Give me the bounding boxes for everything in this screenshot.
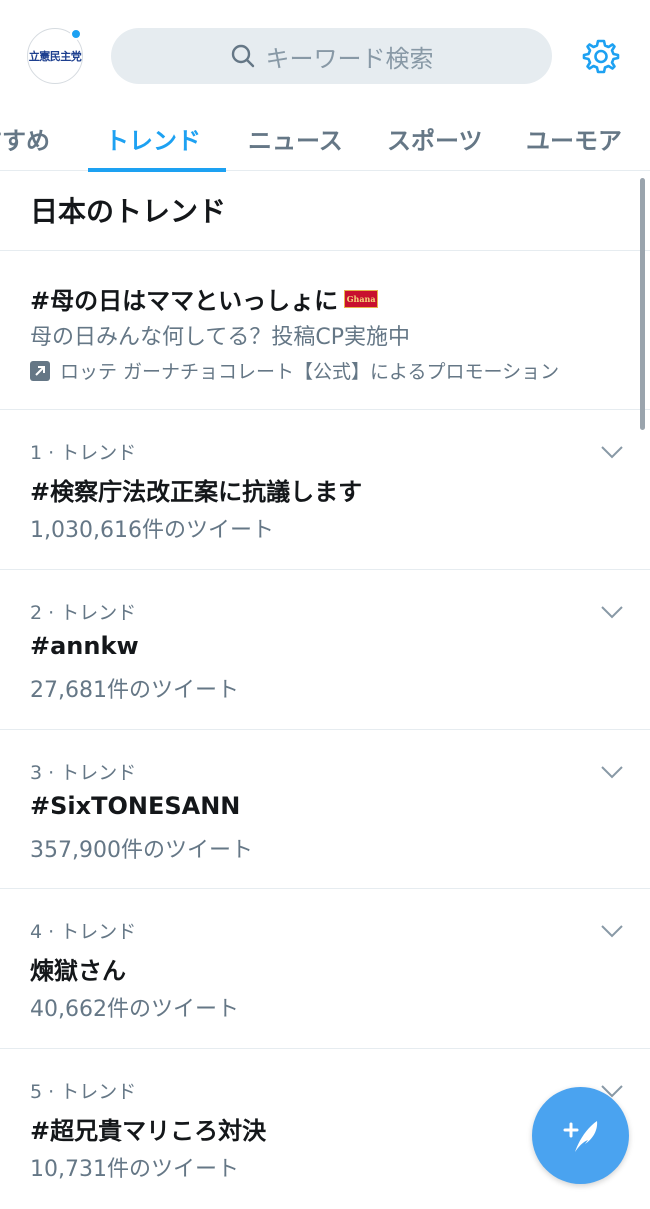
trend-name: #検察庁法改正案に抗議します [30,478,363,506]
trend-tweet-count: 357,900件のツイート [30,838,253,863]
ghana-badge-icon: Ghana [344,289,379,308]
promoted-trend[interactable]: #母の日はママといっしょに Ghana 母の日みんな何してる？投稿CP実施中 ロ… [0,251,650,409]
trend-rank: 4 · トレンド [30,921,137,943]
chevron-down-icon[interactable] [600,764,624,780]
trend-tweet-count: 27,681件のツイート [30,678,239,703]
active-tab-indicator [88,168,226,172]
trend-item[interactable]: 2 · トレンド #annkw 27,681件のツイート [0,570,650,730]
tab-recommended[interactable]: すすめ [0,105,50,171]
trend-rank: 3 · トレンド [30,762,137,784]
chevron-down-icon[interactable] [600,923,624,939]
trend-name: 煉獄さん [30,957,126,985]
trend-tweet-count: 40,662件のツイート [30,997,239,1022]
search-input[interactable]: キーワード検索 [111,28,552,84]
chevron-down-icon[interactable] [600,604,624,620]
compose-tweet-button[interactable] [532,1087,629,1184]
trend-name: #超兄貴マリころ対決 [30,1117,267,1145]
trend-item[interactable]: 4 · トレンド 煉獄さん 40,662件のツイート [0,889,650,1049]
top-bar: 立憲民主党 キーワード検索 [0,0,650,105]
promoted-trend-title-row: #母の日はママといっしょに Ghana [30,281,379,316]
feather-plus-icon [563,1120,597,1152]
tab-humor[interactable]: ユーモア [526,105,622,171]
chevron-down-icon[interactable] [600,444,624,460]
trend-item[interactable]: 1 · トレンド #検察庁法改正案に抗議します 1,030,616件のツイート [0,410,650,570]
promoted-arrow-icon [30,360,50,381]
promoted-trend-title: #母の日はママといっしょに [30,287,339,315]
trend-item[interactable]: 3 · トレンド #SixTONESANN 357,900件のツイート [0,730,650,890]
promoted-by-row: ロッテ ガーナチョコレート【公式】によるプロモーション [30,357,559,384]
notification-dot [70,28,82,40]
tab-news[interactable]: ニュース [248,105,343,171]
trend-rank: 2 · トレンド [30,602,137,624]
section-title: 日本のトレンド [30,195,227,228]
promoted-by-text: ロッテ ガーナチョコレート【公式】によるプロモーション [60,361,560,383]
scrollbar[interactable] [640,178,645,430]
search-placeholder: キーワード検索 [265,44,434,73]
tab-trends[interactable]: トレンド [105,105,201,171]
gear-icon[interactable] [582,37,620,75]
explore-tabs: すすめ トレンド ニュース スポーツ ユーモア [0,105,650,172]
tab-sports[interactable]: スポーツ [387,105,483,171]
trend-name: #annkw [30,632,139,660]
promoted-trend-description: 母の日みんな何してる？投稿CP実施中 [30,325,410,350]
trend-name: #SixTONESANN [30,792,241,820]
trend-tweet-count: 1,030,616件のツイート [30,518,274,543]
avatar-logo-text: 立憲民主党 [28,50,82,63]
trend-tweet-count: 10,731件のツイート [30,1157,239,1182]
trend-rank: 1 · トレンド [30,442,137,464]
search-icon [230,43,256,69]
trend-rank: 5 · トレンド [30,1081,137,1103]
